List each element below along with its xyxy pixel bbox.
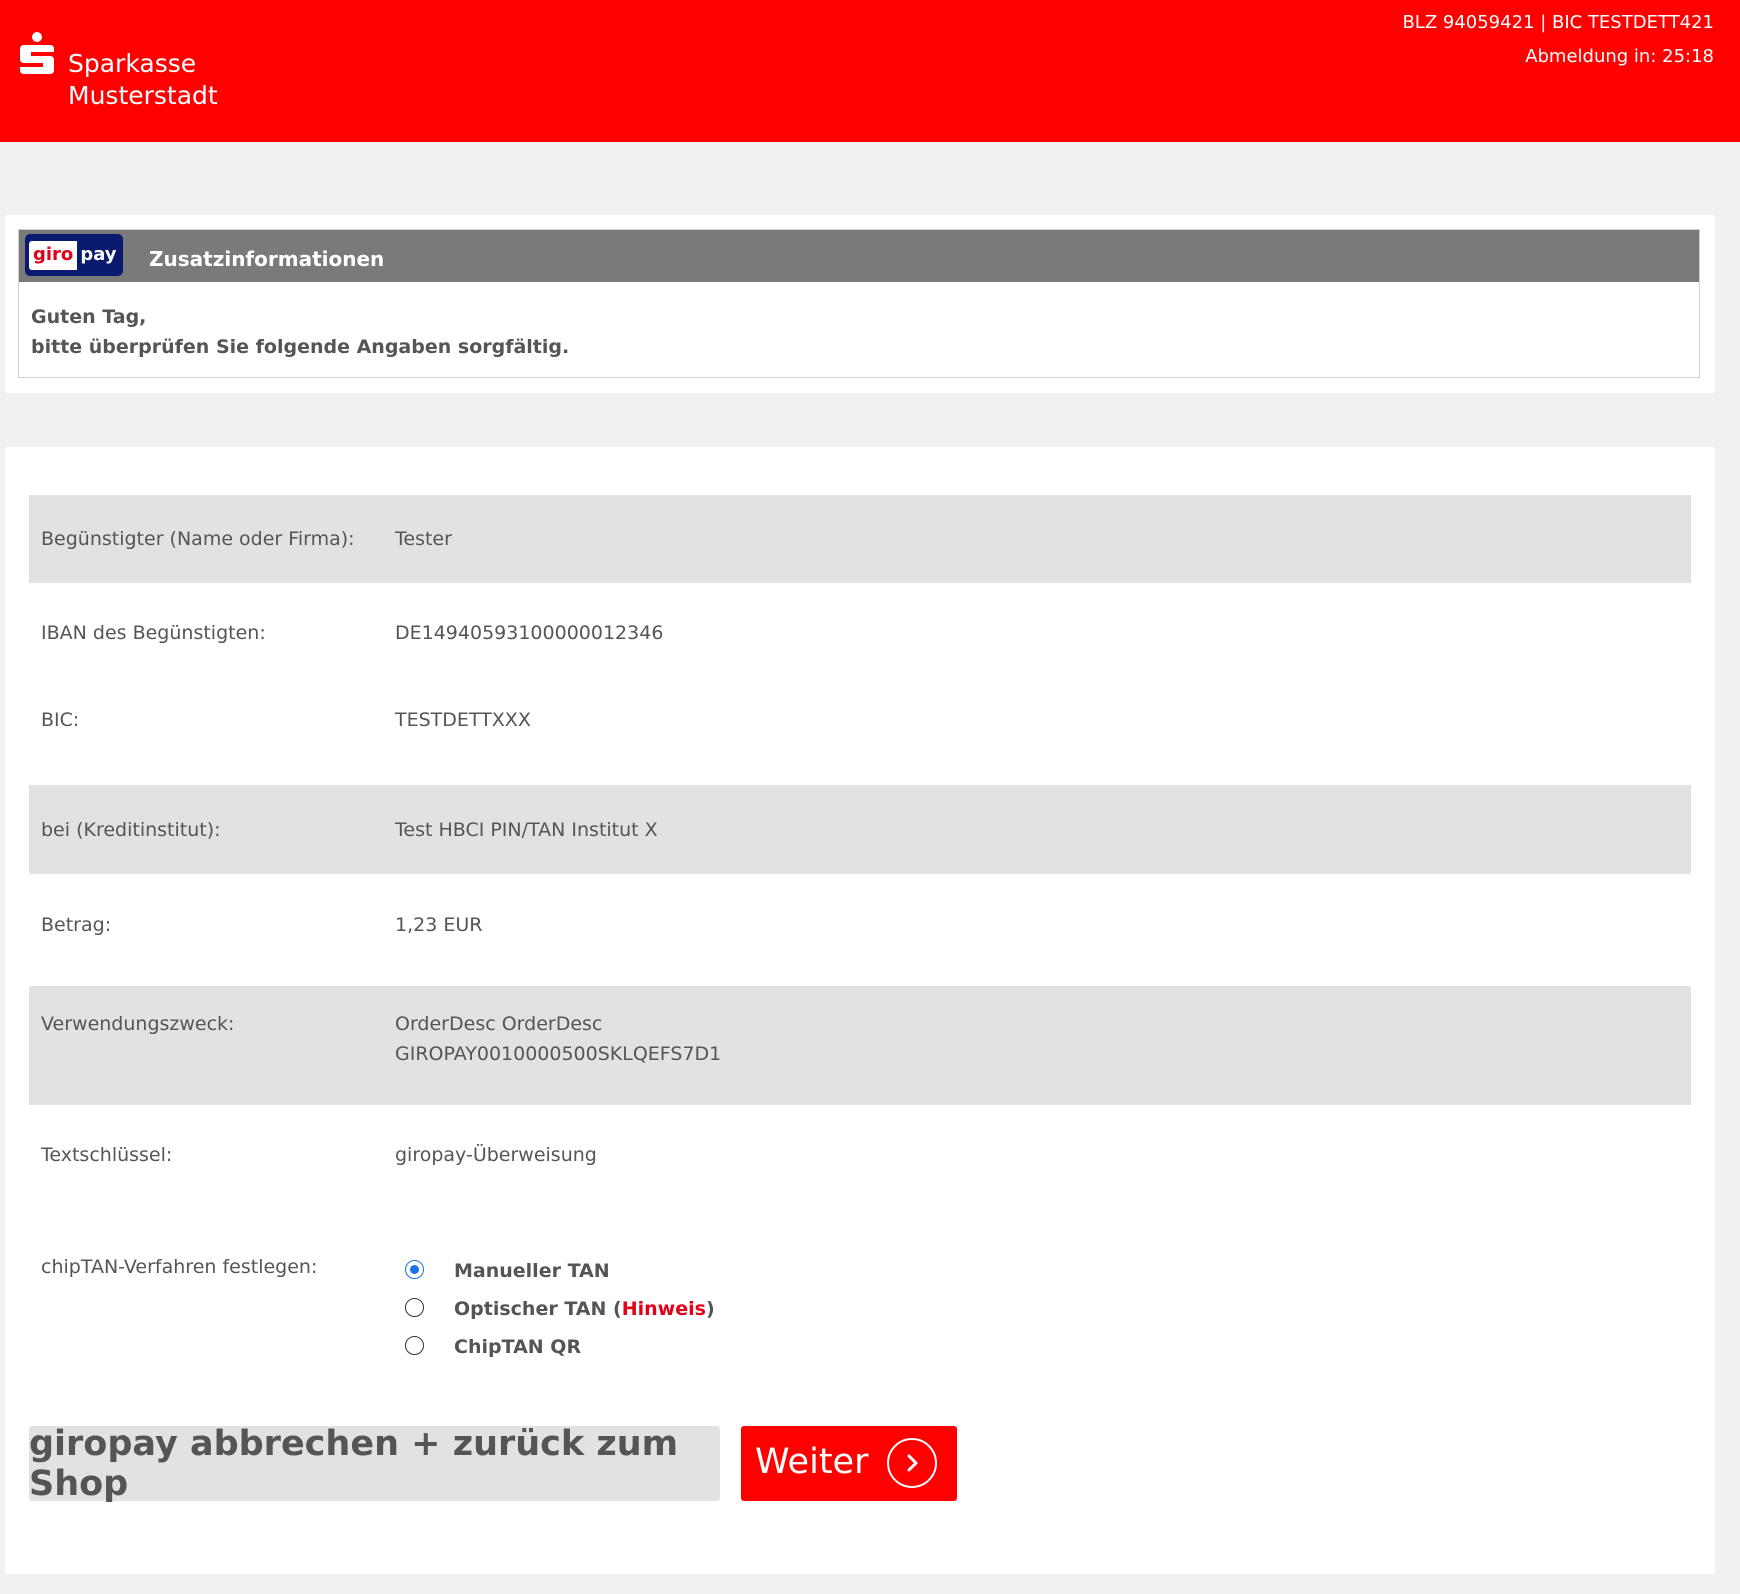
cancel-back-to-shop-button[interactable]: giropay abbrechen + zurück zum Shop	[29, 1424, 720, 1504]
hint-link[interactable]: Hinweis	[622, 1298, 706, 1320]
detail-row-iban: IBAN des Begünstigten: DE149405931000000…	[29, 583, 1691, 683]
tan-method-options: Manueller TAN Optischer TAN (Hinweis) Ch…	[405, 1252, 715, 1366]
sparkasse-logo[interactable]: Sparkasse Musterstadt	[20, 32, 218, 112]
radio-button[interactable]	[405, 1297, 424, 1317]
detail-label: BIC:	[41, 709, 80, 731]
radio-label-optical-tan[interactable]: Optischer TAN (Hinweis)	[454, 1298, 715, 1320]
purpose-line2: GIROPAY0010000500SKLQEFS7D1	[395, 1043, 722, 1065]
detail-value: giropay-Überweisung	[395, 1144, 597, 1166]
detail-label: Begünstigter (Name oder Firma):	[41, 528, 355, 550]
bank-name: Sparkasse Musterstadt	[68, 48, 218, 112]
info-panel: giro pay Zusatzinformationen Guten Tag, …	[18, 229, 1700, 378]
bank-name-line2: Musterstadt	[68, 81, 218, 110]
detail-label: Verwendungszweck:	[41, 1013, 235, 1035]
next-button[interactable]: Weiter	[741, 1426, 957, 1501]
detail-row-bic: BIC: TESTDETTXXX	[29, 683, 1691, 785]
transfer-details-card: Begünstigter (Name oder Firma): Tester I…	[5, 447, 1715, 1574]
detail-value: DE14940593100000012346	[395, 622, 664, 644]
detail-label: IBAN des Begünstigten:	[41, 622, 266, 644]
radio-button-checked[interactable]	[405, 1259, 424, 1279]
check-message-text: bitte überprüfen Sie folgende Angaben so…	[31, 336, 570, 358]
detail-value: TESTDETTXXX	[395, 709, 531, 731]
info-panel-header: giro pay Zusatzinformationen	[19, 230, 1699, 282]
bank-name-line1: Sparkasse	[68, 49, 197, 78]
tan-method-label: chipTAN-Verfahren festlegen:	[41, 1256, 318, 1278]
detail-row-beneficiary: Begünstigter (Name oder Firma): Tester	[29, 495, 1691, 583]
greeting-text: Guten Tag,	[31, 306, 147, 328]
detail-value: Tester	[395, 528, 452, 550]
detail-row-text-key: Textschlüssel: giropay-Überweisung	[29, 1105, 1691, 1215]
detail-row-purpose: Verwendungszweck: OrderDesc OrderDesc GI…	[29, 986, 1691, 1105]
panel-title: Zusatzinformationen	[149, 247, 385, 271]
detail-value: Test HBCI PIN/TAN Institut X	[395, 819, 658, 841]
tan-method-row: chipTAN-Verfahren festlegen:	[29, 1252, 1691, 1292]
giropay-logo-pay: pay	[80, 244, 117, 265]
detail-row-amount: Betrag: 1,23 EUR	[29, 874, 1691, 986]
logout-timer: Abmeldung in: 25:18	[1525, 46, 1714, 67]
sparkasse-s-icon	[20, 32, 54, 78]
detail-value: OrderDesc OrderDesc GIROPAY0010000500SKL…	[395, 1009, 721, 1069]
purpose-line1: OrderDesc OrderDesc	[395, 1013, 603, 1035]
radio-button[interactable]	[405, 1335, 424, 1355]
radio-label-chiptan-qr[interactable]: ChipTAN QR	[454, 1336, 581, 1358]
radio-optical-tan[interactable]: Optischer TAN (Hinweis)	[405, 1290, 715, 1328]
radio-chiptan-qr[interactable]: ChipTAN QR	[405, 1328, 715, 1366]
chevron-right-icon[interactable]	[887, 1438, 937, 1488]
radio-manual-tan[interactable]: Manueller TAN	[405, 1252, 715, 1290]
detail-row-bank: bei (Kreditinstitut): Test HBCI PIN/TAN …	[29, 785, 1691, 874]
bank-identifiers: BLZ 94059421 | BIC TESTDETT421	[1402, 12, 1714, 33]
detail-label: Betrag:	[41, 914, 112, 936]
radio-label-manual-tan[interactable]: Manueller TAN	[454, 1260, 610, 1282]
hint-open-paren: (	[606, 1298, 622, 1320]
hint-close-paren: )	[705, 1298, 715, 1320]
next-button-label[interactable]: Weiter	[755, 1442, 868, 1482]
giropay-logo-giro: giro	[29, 240, 78, 270]
info-message: Guten Tag, bitte überprüfen Sie folgende…	[19, 282, 1699, 382]
detail-label: bei (Kreditinstitut):	[41, 819, 221, 841]
detail-label: Textschlüssel:	[41, 1144, 173, 1166]
header-info: BLZ 94059421 | BIC TESTDETT421 Abmeldung…	[1402, 6, 1714, 74]
site-header: Sparkasse Musterstadt BLZ 94059421 | BIC…	[0, 0, 1740, 142]
info-card: giro pay Zusatzinformationen Guten Tag, …	[5, 215, 1715, 393]
giropay-logo: giro pay	[25, 234, 123, 276]
radio-label-optical-tan-text[interactable]: Optischer TAN	[454, 1298, 606, 1320]
detail-value: 1,23 EUR	[395, 914, 483, 936]
